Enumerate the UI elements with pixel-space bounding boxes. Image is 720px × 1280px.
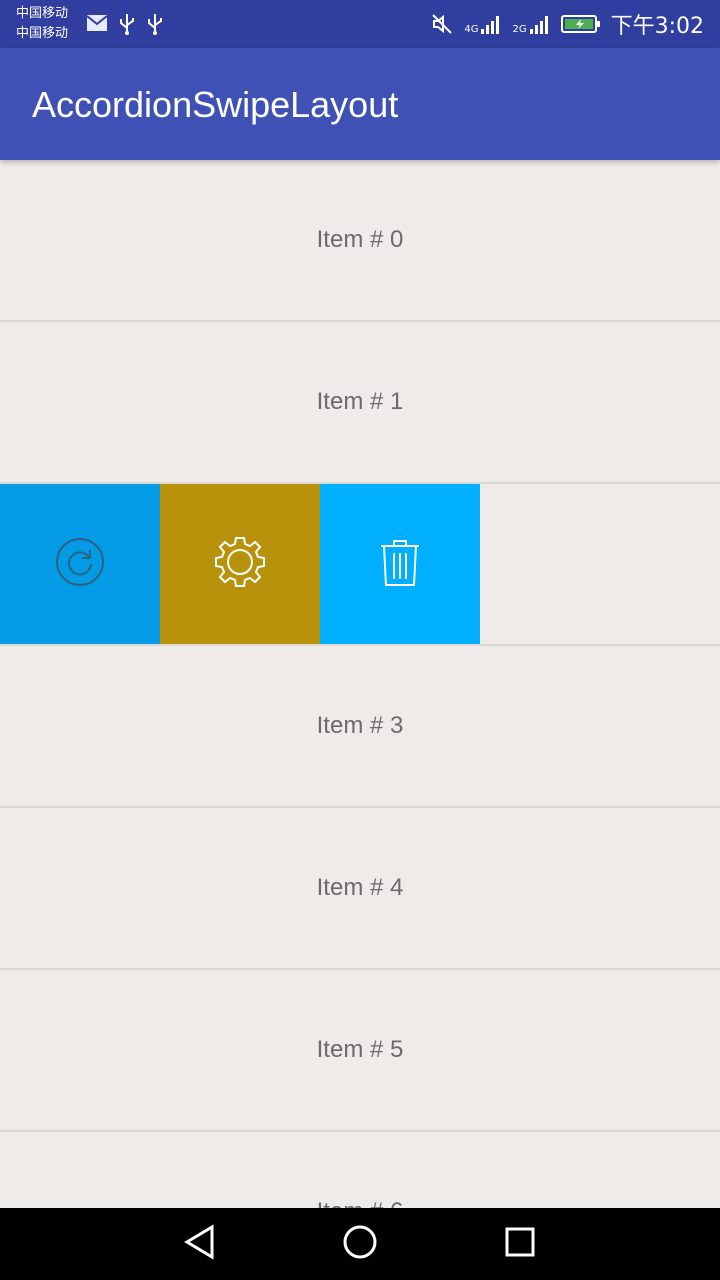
carrier-2: 中国移动 bbox=[16, 26, 69, 41]
back-button[interactable] bbox=[182, 1224, 218, 1264]
swiped-list-item[interactable] bbox=[0, 484, 720, 646]
usb-icon bbox=[146, 12, 164, 36]
list-item-label: Item # 5 bbox=[316, 1036, 404, 1063]
list-item-label: Item # 0 bbox=[316, 226, 404, 253]
network-type-1: 4G bbox=[464, 24, 479, 35]
mute-icon bbox=[430, 12, 454, 36]
status-bar: 中国移动 中国移动 4G 2G 下午3:02 bbox=[0, 0, 720, 48]
settings-button[interactable] bbox=[160, 484, 320, 644]
signal-icon: 2G bbox=[512, 13, 550, 35]
list-item[interactable]: Item # 5 bbox=[0, 970, 720, 1132]
list-item-label: Item # 6 bbox=[317, 1198, 404, 1208]
gear-icon bbox=[212, 534, 268, 594]
recent-apps-icon bbox=[504, 1226, 536, 1262]
list-item[interactable]: Item # 4 bbox=[0, 808, 720, 970]
signal-icon: 4G bbox=[464, 13, 502, 35]
recent-apps-button[interactable] bbox=[502, 1226, 538, 1262]
navigation-bar bbox=[0, 1208, 720, 1280]
home-icon bbox=[342, 1224, 378, 1264]
delete-button[interactable] bbox=[320, 484, 480, 644]
usb-icon bbox=[118, 12, 136, 36]
back-icon bbox=[184, 1224, 216, 1264]
refresh-icon bbox=[54, 536, 106, 592]
home-button[interactable] bbox=[342, 1224, 378, 1264]
item-list[interactable]: Item # 0 Item # 1 Item # 3 Item # 4 Item… bbox=[0, 160, 720, 1208]
mail-icon bbox=[86, 12, 108, 36]
battery-charging-icon bbox=[560, 13, 601, 35]
list-item[interactable]: Item # 6 bbox=[0, 1132, 720, 1208]
clock: 下午3:02 bbox=[610, 14, 704, 39]
notification-icons bbox=[86, 12, 164, 36]
refresh-button[interactable] bbox=[0, 484, 160, 644]
list-item[interactable]: Item # 3 bbox=[0, 646, 720, 808]
carrier-1: 中国移动 bbox=[16, 6, 69, 21]
list-item[interactable]: Item # 1 bbox=[0, 322, 720, 484]
network-type-2: 2G bbox=[512, 24, 527, 35]
app-title: AccordionSwipeLayout bbox=[32, 84, 399, 125]
list-item-label: Item # 4 bbox=[316, 874, 404, 901]
app-bar: AccordionSwipeLayout bbox=[0, 48, 720, 160]
system-status: 4G 2G 下午3:02 bbox=[430, 0, 704, 48]
carrier-info: 中国移动 中国移动 bbox=[16, 4, 68, 44]
trash-icon bbox=[378, 536, 422, 592]
list-item[interactable]: Item # 0 bbox=[0, 160, 720, 322]
list-item-label: Item # 3 bbox=[316, 712, 404, 739]
list-item-label: Item # 1 bbox=[316, 388, 404, 415]
